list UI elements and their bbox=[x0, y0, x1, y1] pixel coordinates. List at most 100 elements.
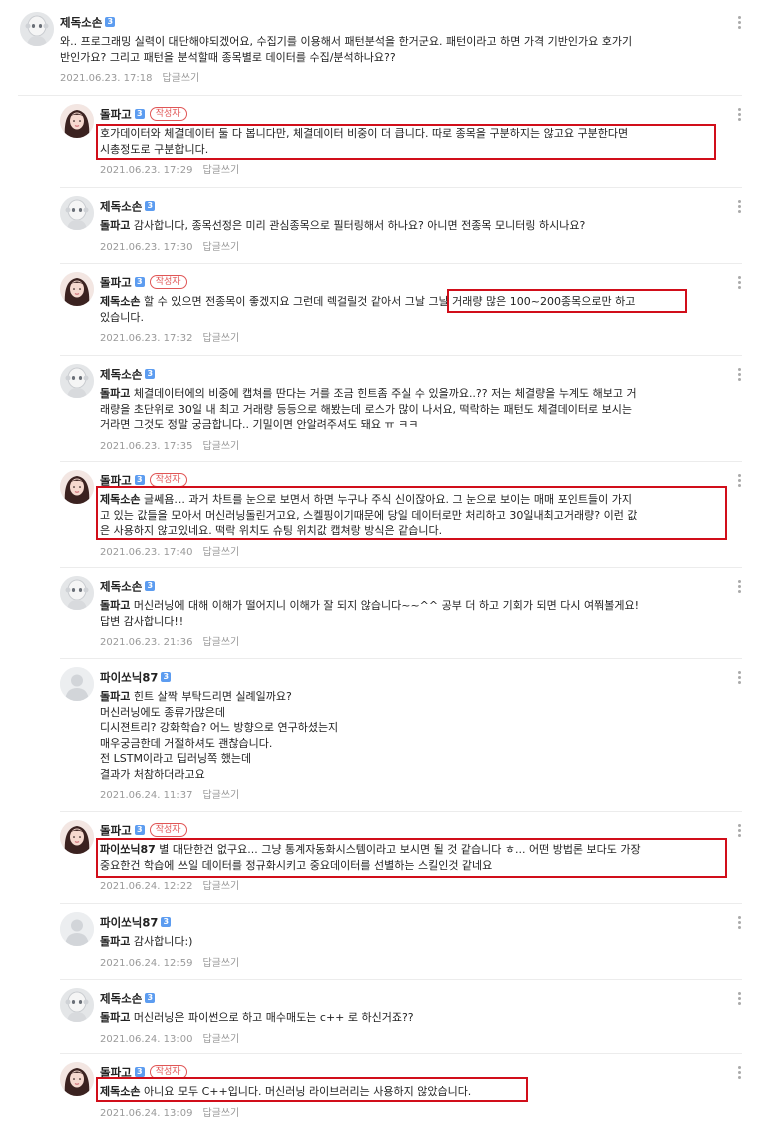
comment-text: 돌파고 감사합니다:) bbox=[100, 934, 192, 950]
robot-avatar-icon bbox=[60, 576, 94, 610]
comment-divider bbox=[60, 355, 742, 356]
writer-tag: 작성자 bbox=[149, 106, 187, 121]
author-name[interactable]: 제독소손 bbox=[100, 992, 142, 1006]
member-level-badge-icon bbox=[134, 276, 145, 287]
more-options-icon[interactable] bbox=[736, 366, 742, 382]
avatar[interactable] bbox=[60, 272, 94, 306]
avatar[interactable] bbox=[60, 576, 94, 610]
comment-text-content: 반인가요? 그리고 패턴을 분석할때 종목별로 데이터를 수집/분석하나요?? bbox=[60, 50, 396, 64]
member-level-badge-icon bbox=[145, 368, 156, 379]
mention-name[interactable]: 돌파고 bbox=[100, 690, 130, 703]
more-options-icon[interactable] bbox=[736, 669, 742, 685]
mention-name[interactable]: 돌파고 bbox=[100, 387, 130, 400]
reply-button[interactable]: 답글쓰기 bbox=[202, 165, 239, 176]
avatar[interactable] bbox=[60, 912, 94, 946]
more-options-icon[interactable] bbox=[736, 198, 742, 214]
comment-text-content: 있습니다. bbox=[100, 310, 144, 324]
comment-date: 2021.06.23. 17:30 bbox=[100, 241, 193, 253]
comment-divider bbox=[60, 903, 742, 904]
author-name[interactable]: 돌파고 bbox=[100, 108, 132, 122]
avatar[interactable] bbox=[60, 820, 94, 854]
reply-button[interactable]: 답글쓰기 bbox=[202, 547, 239, 558]
avatar[interactable] bbox=[60, 1062, 94, 1096]
comment-text: 돌파고 체결데이터에의 비중에 캡쳐를 딴다는 거를 조금 힌트좀 주실 수 있… bbox=[100, 386, 637, 433]
reply-button[interactable]: 답글쓰기 bbox=[202, 333, 239, 344]
reply-button[interactable]: 답글쓰기 bbox=[202, 242, 239, 253]
more-options-icon[interactable] bbox=[736, 14, 742, 30]
comment-text-content: 전 LSTM이라고 딥러닝쪽 했는데 bbox=[100, 752, 252, 765]
reply-button[interactable]: 답글쓰기 bbox=[202, 881, 239, 892]
comment-text-line: 답변 감사합니다!! bbox=[100, 614, 639, 630]
robot-avatar-icon bbox=[60, 364, 94, 398]
writer-tag: 작성자 bbox=[149, 822, 187, 837]
comment-meta: 2021.06.24. 13:00 답글쓰기 bbox=[100, 1033, 239, 1047]
more-options-icon[interactable] bbox=[736, 106, 742, 122]
author-name[interactable]: 제독소손 bbox=[100, 580, 142, 594]
reply-button[interactable]: 답글쓰기 bbox=[202, 441, 239, 452]
comment-author: 돌파고 작성자 bbox=[100, 274, 187, 290]
reply-button[interactable]: 답글쓰기 bbox=[202, 1108, 239, 1119]
reply-button[interactable]: 답글쓰기 bbox=[202, 958, 239, 969]
comment-text-line: 돌파고 감사합니다, 종목선정은 미리 관심종목으로 필터링해서 하나요? 아니… bbox=[100, 218, 585, 234]
comment-text-content: 힌트 살짝 부탁드리면 실례일까요? bbox=[130, 690, 292, 703]
author-name[interactable]: 제독소손 bbox=[100, 368, 142, 382]
comment-text-content: 체결데이터에의 비중에 캡쳐를 딴다는 거를 조금 힌트좀 주실 수 있을까요.… bbox=[130, 387, 637, 400]
more-options-icon[interactable] bbox=[736, 578, 742, 594]
more-options-icon[interactable] bbox=[736, 822, 742, 838]
avatar[interactable] bbox=[60, 364, 94, 398]
mention-name[interactable]: 돌파고 bbox=[100, 219, 130, 232]
comment-text-line: 머신러닝에도 종류가많은데 bbox=[100, 705, 338, 721]
author-name[interactable]: 파이쏘닉87 bbox=[100, 671, 158, 685]
comment-date: 2021.06.23. 17:35 bbox=[100, 440, 193, 452]
member-level-badge-icon bbox=[145, 580, 156, 591]
comment-text: 돌파고 머신러닝에 대해 이해가 떨어지니 이해가 잘 되지 않습니다~~^^ … bbox=[100, 598, 639, 629]
mention-name[interactable]: 돌파고 bbox=[100, 935, 130, 948]
highlight-box bbox=[447, 289, 687, 313]
comment-divider bbox=[60, 979, 742, 980]
comment-text-line: 돌파고 머신러닝은 파이썬으로 하고 매수매도는 c++ 로 하신거죠?? bbox=[100, 1010, 414, 1026]
avatar[interactable] bbox=[60, 667, 94, 701]
avatar[interactable] bbox=[20, 12, 54, 46]
author-name[interactable]: 돌파고 bbox=[100, 824, 132, 838]
mention-name[interactable]: 돌파고 bbox=[100, 1011, 130, 1024]
avatar[interactable] bbox=[60, 470, 94, 504]
robot-avatar-icon bbox=[60, 196, 94, 230]
more-options-icon[interactable] bbox=[736, 274, 742, 290]
comment-date: 2021.06.23. 17:29 bbox=[100, 165, 193, 176]
member-level-badge-icon bbox=[134, 474, 145, 485]
avatar[interactable] bbox=[60, 104, 94, 138]
comment-divider bbox=[60, 461, 742, 462]
highlight-box bbox=[96, 838, 727, 878]
reply-button[interactable]: 답글쓰기 bbox=[202, 790, 239, 801]
comment-author: 파이쏘닉87 bbox=[100, 669, 172, 685]
reply-button[interactable]: 답글쓰기 bbox=[162, 73, 199, 84]
reply-button[interactable]: 답글쓰기 bbox=[202, 1034, 239, 1045]
mention-name[interactable]: 제독소손 bbox=[100, 295, 140, 308]
comment-meta: 2021.06.23. 17:35 답글쓰기 bbox=[100, 440, 239, 454]
robot-avatar-icon bbox=[60, 988, 94, 1022]
avatar[interactable] bbox=[60, 988, 94, 1022]
comment-text-line: 와.. 프로그래밍 실력이 대단해야되겠어요, 수집기를 이용해서 패턴분석을 … bbox=[60, 34, 632, 50]
reply-button[interactable]: 답글쓰기 bbox=[202, 637, 239, 648]
comment-text-line: 돌파고 감사합니다:) bbox=[100, 934, 192, 950]
comment-text-content: 래량을 초단위로 30일 내 최고 거래량 등등으로 해봤는데 로스가 많이 나… bbox=[100, 402, 632, 416]
more-options-icon[interactable] bbox=[736, 472, 742, 488]
comment-date: 2021.06.24. 13:09 bbox=[100, 1107, 193, 1119]
author-name[interactable]: 파이쏘닉87 bbox=[100, 916, 158, 930]
comment-text-content: 결과가 처참하더라고요 bbox=[100, 767, 205, 781]
comment-divider bbox=[60, 658, 742, 659]
more-options-icon[interactable] bbox=[736, 1064, 742, 1080]
author-name[interactable]: 제독소손 bbox=[100, 200, 142, 214]
more-options-icon[interactable] bbox=[736, 914, 742, 930]
author-name[interactable]: 제독소손 bbox=[60, 16, 102, 30]
member-level-badge-icon bbox=[134, 108, 145, 119]
comment-text-content: 거라면 그것도 정말 궁금합니다.. 기밀이면 안알려주셔도 돼요 ㅠ ㅋㅋ bbox=[100, 418, 419, 431]
avatar[interactable] bbox=[60, 196, 94, 230]
mention-name[interactable]: 돌파고 bbox=[100, 599, 130, 612]
writer-tag: 작성자 bbox=[149, 472, 187, 487]
more-options-icon[interactable] bbox=[736, 990, 742, 1006]
author-name[interactable]: 돌파고 bbox=[100, 276, 132, 290]
member-level-badge-icon bbox=[134, 1066, 145, 1077]
comment-date: 2021.06.23. 21:36 bbox=[100, 637, 193, 648]
comment-author: 제독소손 bbox=[100, 198, 156, 214]
